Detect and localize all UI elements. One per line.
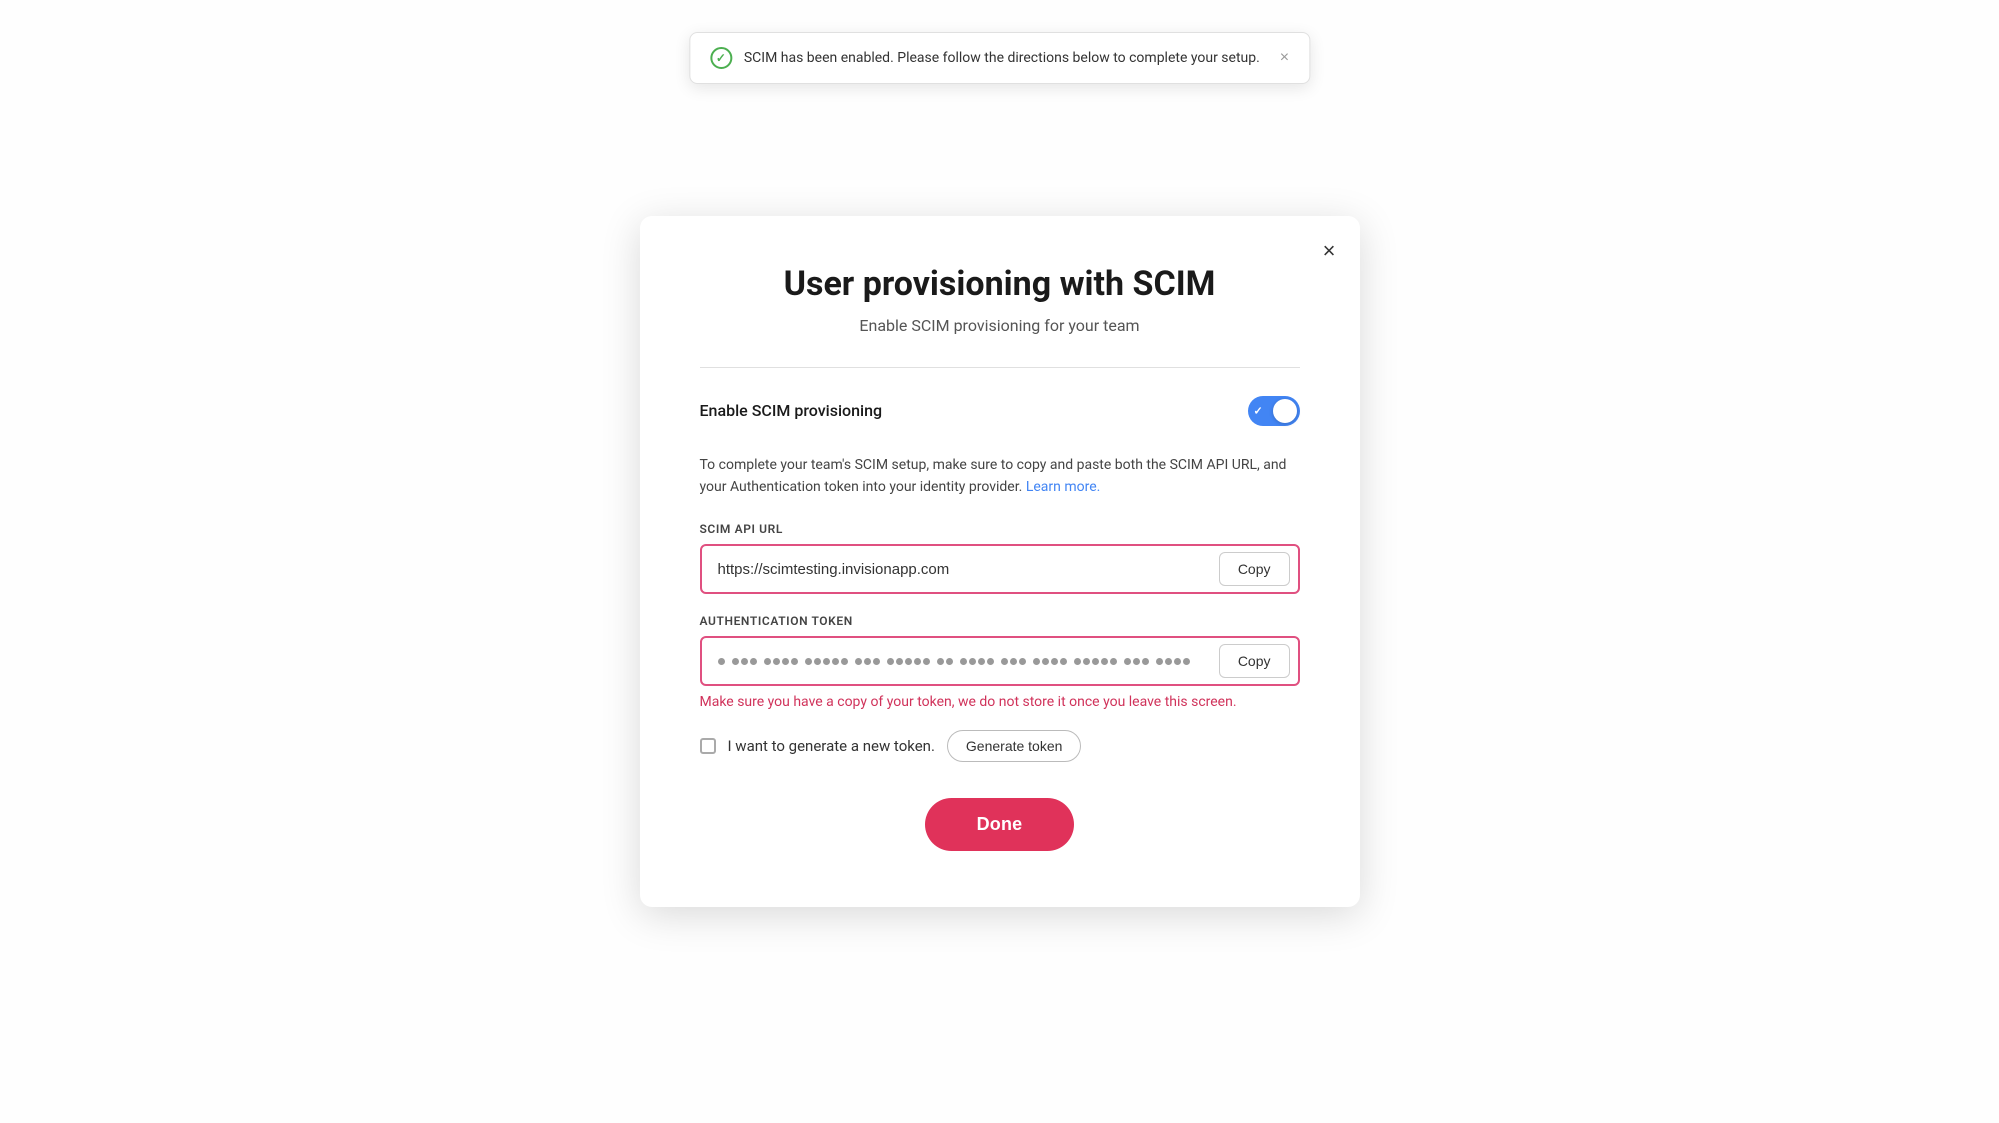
token-dot [782, 658, 789, 665]
token-dot [969, 658, 976, 665]
token-dot [1074, 658, 1081, 665]
token-dot [905, 658, 912, 665]
token-dot [1010, 658, 1017, 665]
token-dot [732, 658, 739, 665]
token-dot [887, 658, 894, 665]
divider [700, 367, 1300, 368]
token-dot [978, 658, 985, 665]
token-dot [1060, 658, 1067, 665]
token-dot [1001, 658, 1008, 665]
description-text: To complete your team's SCIM setup, make… [700, 454, 1300, 499]
token-dot [960, 658, 967, 665]
token-dot [841, 658, 848, 665]
modal-subtitle: Enable SCIM provisioning for your team [700, 316, 1300, 335]
token-dot [1051, 658, 1058, 665]
token-warning-text: Make sure you have a copy of your token,… [700, 694, 1300, 710]
new-token-label: I want to generate a new token. [728, 737, 935, 755]
toggle-label: Enable SCIM provisioning [700, 401, 883, 420]
new-token-row: I want to generate a new token. Generate… [700, 730, 1300, 762]
toast-close-button[interactable]: × [1280, 49, 1289, 67]
token-dot [814, 658, 821, 665]
done-button-wrapper: Done [700, 798, 1300, 851]
token-dots-display [702, 644, 1211, 679]
token-dot [741, 658, 748, 665]
token-dot [1033, 658, 1040, 665]
token-dot [1183, 658, 1190, 665]
token-dot [914, 658, 921, 665]
token-dot [750, 658, 757, 665]
token-dot [1092, 658, 1099, 665]
toast-message: SCIM has been enabled. Please follow the… [744, 50, 1260, 66]
scim-api-url-field-wrapper: Copy [700, 544, 1300, 594]
token-dot [805, 658, 812, 665]
token-dot [937, 658, 944, 665]
token-dot [946, 658, 953, 665]
token-dot [1042, 658, 1049, 665]
token-dot [873, 658, 880, 665]
token-dot [1083, 658, 1090, 665]
scim-toggle[interactable] [1248, 396, 1300, 426]
token-dot [832, 658, 839, 665]
token-dot [1101, 658, 1108, 665]
token-dot [823, 658, 830, 665]
modal-overlay: SCIM has been enabled. Please follow the… [0, 0, 1999, 1123]
learn-more-link[interactable]: Learn more. [1026, 479, 1101, 495]
check-circle-icon [710, 47, 732, 69]
token-dot [764, 658, 771, 665]
toggle-knob [1273, 399, 1297, 423]
done-button[interactable]: Done [925, 798, 1075, 851]
token-dot [987, 658, 994, 665]
new-token-checkbox[interactable] [700, 738, 716, 754]
auth-token-field-wrapper: Copy [700, 636, 1300, 686]
token-dot [773, 658, 780, 665]
token-dot [923, 658, 930, 665]
modal-close-button[interactable]: × [1319, 236, 1340, 266]
token-dot [1124, 658, 1131, 665]
auth-token-label: Authentication token [700, 614, 1300, 628]
token-dot [1110, 658, 1117, 665]
token-dot [1019, 658, 1026, 665]
auth-token-copy-button[interactable]: Copy [1219, 644, 1290, 678]
token-dot [896, 658, 903, 665]
token-dot [1174, 658, 1181, 665]
scim-api-url-input[interactable] [702, 547, 1211, 592]
token-dot [1156, 658, 1163, 665]
token-dot [718, 658, 725, 665]
scim-api-url-label: SCIM API URL [700, 522, 1300, 536]
token-dot [1133, 658, 1140, 665]
token-dot [864, 658, 871, 665]
generate-token-button[interactable]: Generate token [947, 730, 1082, 762]
token-dot [1165, 658, 1172, 665]
scim-api-url-group: SCIM API URL Copy [700, 522, 1300, 594]
modal-title: User provisioning with SCIM [700, 264, 1300, 304]
token-dot [791, 658, 798, 665]
auth-token-group: Authentication token [700, 614, 1300, 710]
scim-api-url-copy-button[interactable]: Copy [1219, 552, 1290, 586]
toggle-row: Enable SCIM provisioning [700, 396, 1300, 426]
modal-container: × User provisioning with SCIM Enable SCI… [640, 216, 1360, 908]
token-dot [855, 658, 862, 665]
token-dot [1142, 658, 1149, 665]
toast-notification: SCIM has been enabled. Please follow the… [689, 32, 1310, 84]
